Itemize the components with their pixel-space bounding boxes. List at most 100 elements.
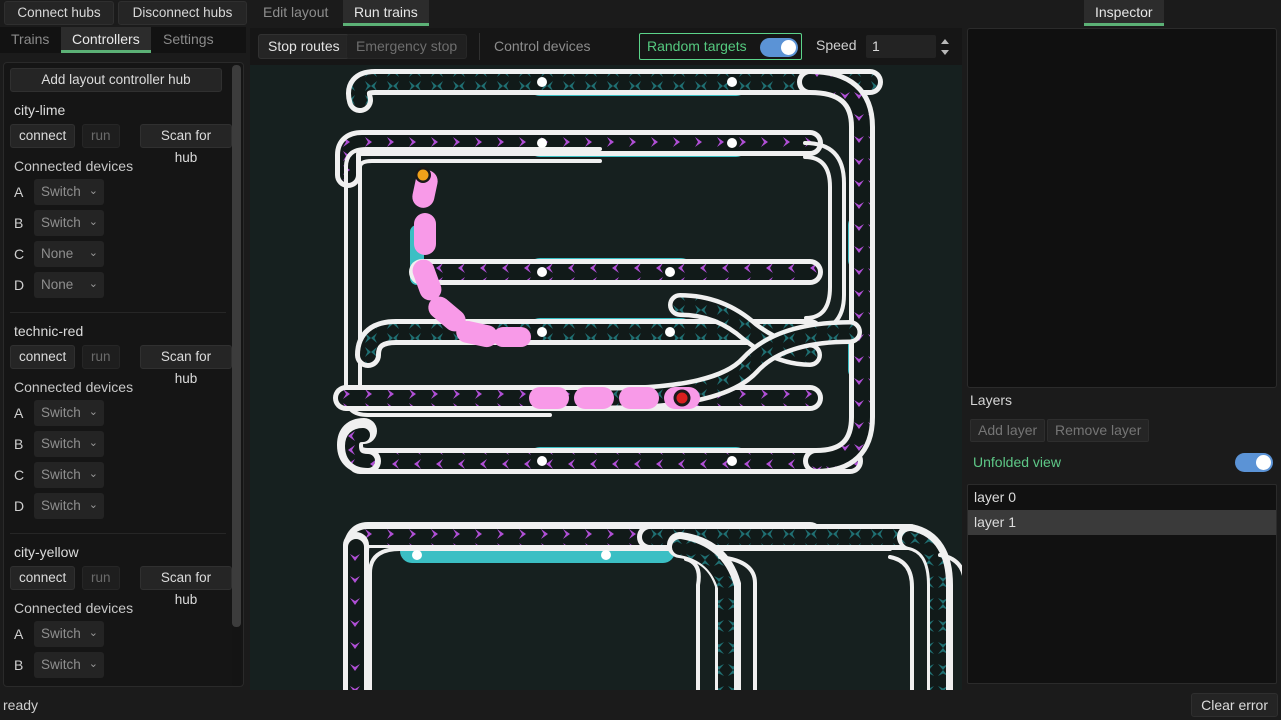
hub-name: city-yellow [14,544,79,560]
tab-settings[interactable]: Settings [152,27,225,53]
hub-button-row: connect run Scan for hub [10,124,232,165]
hub-block: city-yellow connect run Scan for hub Connect… [4,538,232,686]
device-type-value: Switch [41,467,81,482]
tab-controllers[interactable]: Controllers [61,27,151,53]
device-port-letter: B [14,657,24,673]
device-type-select[interactable]: Switch ⌄ [34,179,104,205]
remove-layer-button[interactable]: Remove layer [1047,419,1150,442]
connected-devices-header: Connected devices [14,158,134,174]
connect-hubs-button[interactable]: Connect hubs [4,1,114,25]
unfolded-view-label: Unfolded view [973,454,1061,470]
toolbar-divider [479,33,480,60]
tab-edit-layout[interactable]: Edit layout [252,0,339,26]
tab-trains[interactable]: Trains [0,27,60,53]
hub-button-row: connect run Scan for hub [10,566,232,607]
device-type-select[interactable]: Switch ⌄ [34,462,104,488]
left-subtab-bar: Trains Controllers Settings [0,27,246,53]
layers-title: Layers [970,392,1013,408]
chevron-down-icon: ⌄ [88,658,98,670]
hub-block: city-lime connect run Scan for hub Connected… [4,96,232,308]
chevron-down-icon: ⌄ [88,216,98,228]
device-port-row: A Switch ⌄ [14,178,232,209]
inspector-panel [967,28,1277,388]
hub-scan-button[interactable]: Scan for hub [140,345,232,386]
hub-connect-button[interactable]: connect [10,345,76,369]
device-port-letter: B [14,436,24,452]
device-type-select[interactable]: Switch ⌄ [34,210,104,236]
device-port-row: B Switch ⌄ [14,209,232,240]
device-type-select[interactable]: None ⌄ [34,272,104,298]
status-bar: ready Clear error [0,690,1281,720]
controllers-scroll-content: Add layout controller hub city-lime conne… [4,63,232,686]
device-type-select[interactable]: Switch ⌄ [34,400,104,426]
device-port-row: B Switch ⌄ [14,430,232,461]
speed-input[interactable]: 1 [866,35,936,58]
chevron-down-icon: ⌄ [88,437,98,449]
toggle-knob [1256,455,1271,470]
device-type-value: None [41,277,74,292]
tab-run-trains[interactable]: Run trains [343,0,429,26]
track-diagram [333,69,962,690]
random-targets-toggle[interactable] [760,38,798,57]
hub-connect-button[interactable]: connect [10,124,76,148]
layers-list[interactable]: layer 0 layer 1 [967,484,1277,684]
disconnect-hubs-button[interactable]: Disconnect hubs [118,1,247,25]
top-toolbar: Connect hubs Disconnect hubs Edit layout… [0,0,1281,26]
control-devices-button[interactable]: Control devices [484,34,601,59]
hub-connect-button[interactable]: connect [10,566,76,590]
device-port-row: B Switch ⌄ [14,651,232,682]
unfolded-view-toggle[interactable] [1235,453,1273,472]
layout-canvas[interactable] [250,65,962,690]
device-port-letter: D [14,498,25,514]
hub-name: technic-red [14,323,84,339]
tab-inspector[interactable]: Inspector [1084,0,1164,26]
device-port-letter: D [14,277,25,293]
layer-list-item[interactable]: layer 1 [968,510,1276,535]
add-layer-button[interactable]: Add layer [970,419,1046,442]
stop-routes-button[interactable]: Stop routes [258,34,350,59]
emergency-stop-button[interactable]: Emergency stop [346,34,468,59]
hub-scan-button[interactable]: Scan for hub [140,566,232,607]
controllers-scrollbar[interactable] [232,65,241,686]
device-port-letter: A [14,405,24,421]
controllers-scrollbar-thumb[interactable] [232,65,241,627]
status-message: ready [3,697,39,713]
hub-run-button[interactable]: run [82,124,120,148]
hub-button-row: connect run Scan for hub [10,345,232,386]
toggle-knob [781,40,796,55]
device-type-select[interactable]: Switch ⌄ [34,621,104,647]
device-port-row: A Switch ⌄ [14,399,232,430]
device-port-letter: C [14,467,25,483]
device-type-value: Switch [41,626,81,641]
device-port-letter: C [14,246,25,262]
device-type-select[interactable]: Switch ⌄ [34,493,104,519]
chevron-down-icon: ⌄ [88,406,98,418]
chevron-down-icon: ⌄ [88,499,98,511]
chevron-down-icon: ⌄ [88,468,98,480]
hub-block: technic-red connect run Scan for hub Connect… [4,317,232,529]
app-window: Connect hubs Disconnect hubs Edit layout… [0,0,1281,720]
device-type-select[interactable]: Switch ⌄ [34,652,104,678]
random-targets-control[interactable]: Random targets [639,33,802,60]
track-paths [333,69,962,690]
hub-separator [10,312,226,313]
layers-section: Layers Add layer Remove layer Unfolded v… [967,392,1277,688]
chevron-down-icon: ⌄ [88,278,98,290]
device-type-select[interactable]: Switch ⌄ [34,431,104,457]
device-type-value: Switch [41,215,81,230]
clear-error-button[interactable]: Clear error [1191,693,1278,717]
hub-separator [10,533,226,534]
device-port-row: C None ⌄ [14,240,232,271]
hub-scan-button[interactable]: Scan for hub [140,124,232,165]
connected-devices-header: Connected devices [14,600,134,616]
speed-stepper[interactable] [936,33,954,60]
add-layout-controller-hub-button[interactable]: Add layout controller hub [10,68,222,92]
device-type-select[interactable]: None ⌄ [34,241,104,267]
hub-run-button[interactable]: run [82,345,120,369]
trains[interactable] [409,167,700,409]
hub-run-button[interactable]: run [82,566,120,590]
random-targets-label: Random targets [647,38,747,54]
device-port-row: A Switch ⌄ [14,620,232,651]
hub-name: city-lime [14,102,66,118]
layer-list-item[interactable]: layer 0 [968,485,1276,510]
